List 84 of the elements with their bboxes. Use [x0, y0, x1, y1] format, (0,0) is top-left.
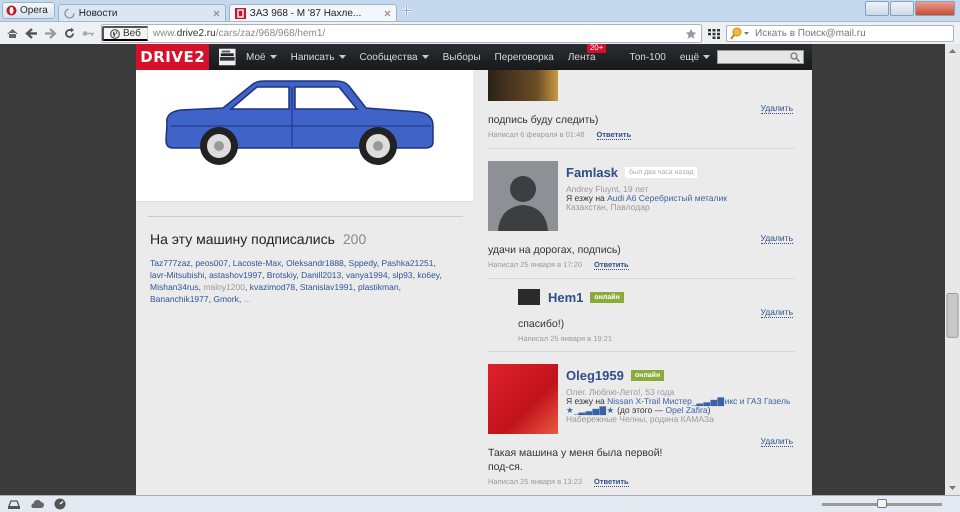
- opera-logo-icon: [6, 5, 17, 16]
- forward-icon[interactable]: [44, 27, 57, 40]
- subscriber-link[interactable]: peos007: [195, 258, 228, 268]
- subscriber-link[interactable]: Lacoste-Max: [232, 258, 282, 268]
- user-info: Andrey Fluynt, 19 лет: [566, 185, 650, 194]
- bookmark-star-icon[interactable]: [685, 28, 697, 40]
- notification-badge: 20+: [586, 44, 606, 53]
- nav-menu-item[interactable]: Сообщества: [352, 44, 436, 70]
- back-icon[interactable]: [25, 27, 38, 40]
- cars-line: Я езжу на Nissan X-Trail Мистер_▂▃▅▇икс и ГАЗ Газель ★_▂▃▅▇★ (до этого — Opel Zafira): [566, 397, 792, 415]
- nav-menu-item[interactable]: Переговорка: [488, 44, 561, 70]
- subscriber-count: 200: [342, 231, 366, 247]
- car-link[interactable]: Nissan X-Trail Мистер_▂▃▅▇икс и ГАЗ Газель: [607, 396, 790, 406]
- search-engine-icon[interactable]: [730, 27, 750, 40]
- comment-text: удачи на дорогах, подпись): [488, 243, 622, 257]
- username-link[interactable]: Oleg1959: [566, 368, 624, 383]
- subscriber-link[interactable]: Oleksandr1888: [286, 258, 344, 268]
- speedometer-icon[interactable]: [54, 498, 66, 510]
- slider-thumb[interactable]: [877, 498, 887, 508]
- delete-link[interactable]: Удалить: [760, 436, 793, 447]
- username-link[interactable]: Famlask: [566, 165, 618, 180]
- subscriber-link[interactable]: Sppedy: [348, 258, 377, 268]
- browser-tab[interactable]: Новости: [58, 4, 226, 21]
- subscriber-link[interactable]: Taz777zaz: [150, 258, 191, 268]
- subscriber-link[interactable]: Brotskiy: [266, 270, 296, 280]
- nav-menu-item[interactable]: Топ-100: [622, 44, 673, 70]
- cars-line: Я езжу на Audi A6 Серебристый металик: [566, 194, 727, 203]
- nav-menu-item[interactable]: Моё: [239, 44, 284, 70]
- close-icon[interactable]: [212, 10, 220, 16]
- nav-menu-item[interactable]: Написать: [284, 44, 353, 70]
- delete-link[interactable]: Удалить: [760, 307, 793, 318]
- cloud-icon[interactable]: [30, 499, 44, 509]
- user-info: Олег. Люблю-Лето!, 53 года: [566, 388, 676, 397]
- globe-icon: [110, 28, 120, 38]
- web-button[interactable]: Веб: [102, 26, 148, 41]
- subscriber-link[interactable]: Gmork: [213, 294, 239, 304]
- subscriber-link[interactable]: astashov1997: [209, 270, 262, 280]
- user-location: Казахстан, Павлодар: [566, 203, 650, 212]
- subscriber-link[interactable]: plastikman: [358, 282, 399, 292]
- maximize-button[interactable]: [890, 1, 914, 16]
- car-link[interactable]: Audi A6 Серебристый металик: [607, 193, 727, 203]
- loading-icon: [64, 8, 75, 18]
- comment-text: спасибо!): [518, 317, 566, 331]
- car-link[interactable]: Opel Zafira: [666, 405, 708, 415]
- home-icon[interactable]: [6, 27, 19, 40]
- subscriber-link[interactable]: Stanislav1991: [300, 282, 354, 292]
- address-field[interactable]: www.drive2.ru/cars/zaz/968/968/hem1/: [148, 28, 685, 39]
- nav-menu-item[interactable]: ещё: [672, 44, 718, 70]
- nav-menu-item[interactable]: Выборы: [436, 44, 488, 70]
- close-icon[interactable]: [384, 10, 391, 16]
- subscriber-link[interactable]: Pashka21251: [381, 258, 434, 268]
- site-logo[interactable]: DRIVE2: [136, 44, 210, 70]
- subscriber-link[interactable]: slp93: [392, 270, 413, 280]
- reload-icon[interactable]: [63, 27, 76, 40]
- browser-tab[interactable]: ЗАЗ 968 - М '87 Нахле...: [228, 4, 397, 21]
- comment-text: подпись буду следить): [488, 113, 600, 127]
- username-link[interactable]: Hem1: [548, 290, 584, 304]
- subscriber-link[interactable]: kvazimod78: [250, 282, 296, 292]
- subscriber-link[interactable]: Danill2013: [301, 270, 342, 280]
- comment-text: Такая машина у меня была первой! под-ся.: [488, 446, 664, 474]
- delete-link[interactable]: Удалить: [760, 233, 793, 244]
- user-thumbnail[interactable]: [219, 48, 236, 66]
- search-field[interactable]: Искать в Поиск@mail.ru: [726, 25, 954, 42]
- subscriber-link[interactable]: vanya1994: [346, 270, 388, 280]
- subscriber-link[interactable]: ko6ey: [417, 270, 440, 280]
- site-favicon-icon: [234, 8, 246, 18]
- section-title: На эту машину подписались: [150, 231, 335, 247]
- minimize-button[interactable]: [865, 1, 889, 16]
- panel-toggle-icon[interactable]: [8, 499, 20, 509]
- site-search-field[interactable]: [717, 50, 804, 64]
- new-tab-icon[interactable]: [400, 4, 413, 17]
- subscriber-link[interactable]: Bananchik1977: [150, 294, 209, 304]
- opera-menu-button[interactable]: Opera: [2, 2, 55, 19]
- subscriber-list: Taz777zaz, peos007, Lacoste-Max, Oleksandr1888, Sppedy, Pashka21251, lavr-Mitsubishi, astashov1997, Brotskiy, Danill2013, vanya1994, slp93, ko6ey, Mishan34rus, maloy1200, kvazimod78, Stanislav1991, plastikman, Bananchik1977, Gmork, ...: [150, 257, 463, 305]
- car-link[interactable]: ★_▂▃▅▇★: [566, 405, 615, 415]
- avatar-silhouette[interactable]: [488, 161, 558, 231]
- close-window-button[interactable]: [915, 1, 955, 16]
- search-icon: [790, 52, 800, 62]
- subscriber-link[interactable]: Mishan34rus: [150, 282, 199, 292]
- subscriber-link[interactable]: lavr-Mitsubishi: [150, 270, 204, 280]
- user-location: Набережные Челны, родина КАМАЗа: [566, 415, 715, 424]
- speed-dial-icon[interactable]: [708, 28, 720, 38]
- avatar-photo[interactable]: [488, 70, 558, 101]
- delete-link[interactable]: Удалить: [760, 103, 793, 114]
